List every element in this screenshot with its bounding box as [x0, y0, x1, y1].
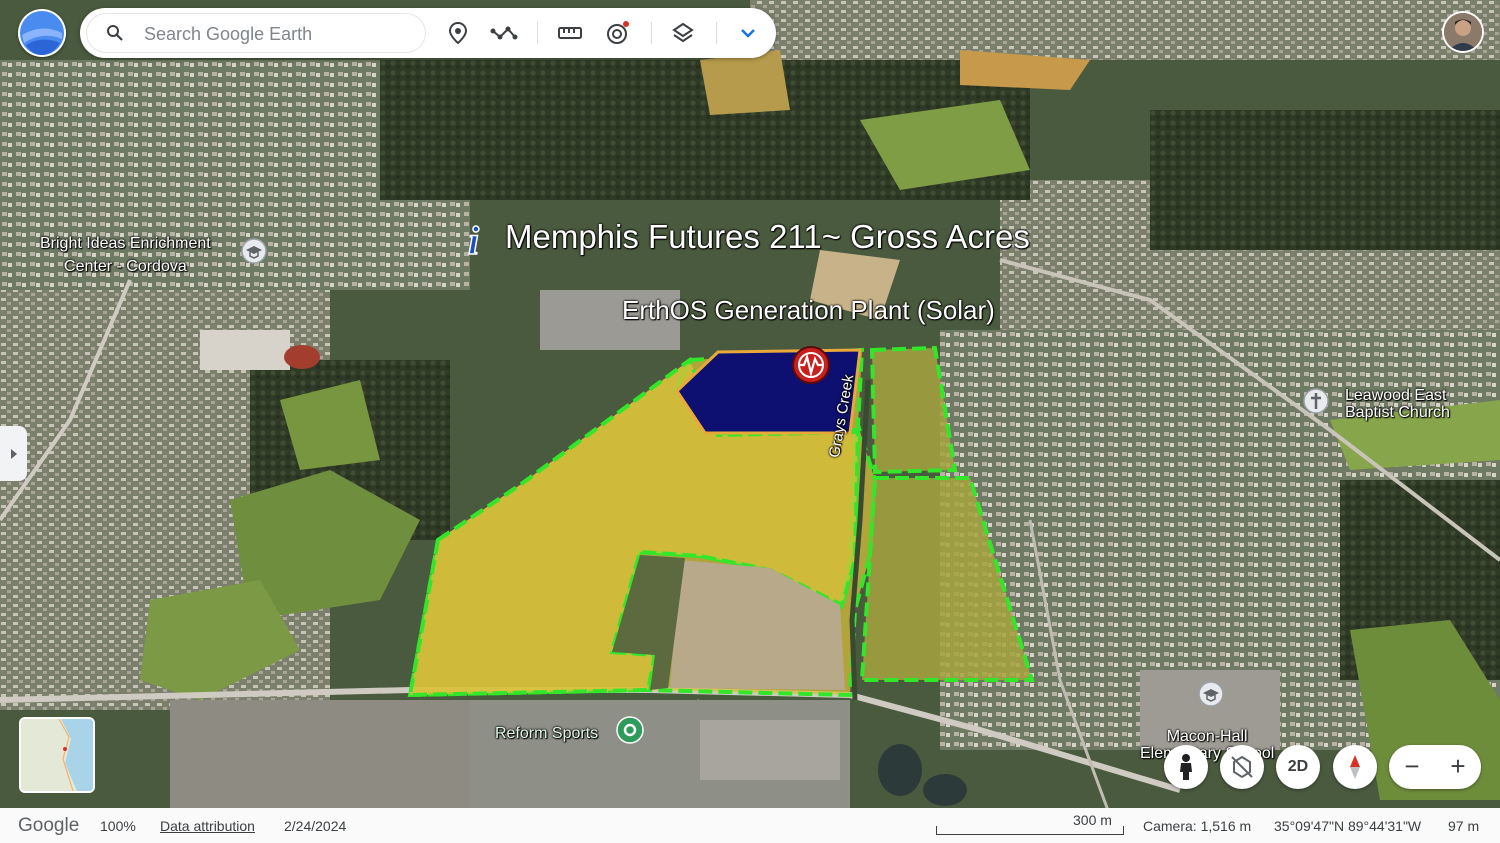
place-marker-icon[interactable]	[444, 19, 472, 47]
street-view-button[interactable]	[1164, 745, 1208, 789]
voyager-icon[interactable]	[604, 19, 632, 47]
search-input[interactable]	[142, 21, 416, 47]
toolbar-divider	[537, 22, 538, 44]
status-bar: Google 100% Data attribution 2/24/2024 3…	[0, 808, 1500, 843]
zoom-out-button[interactable]: −	[1397, 751, 1427, 781]
path-icon[interactable]	[490, 19, 518, 47]
toolbar-divider	[651, 22, 652, 44]
imagery-date: 2/24/2024	[284, 818, 347, 834]
zoom-in-button[interactable]: +	[1443, 751, 1473, 781]
place-label-leawood[interactable]: Leawood East Baptist Church	[1345, 387, 1450, 421]
info-icon[interactable]: i	[462, 217, 496, 265]
place-label-line: Baptist Church	[1345, 404, 1450, 421]
compass-button[interactable]	[1333, 745, 1377, 789]
pegman-icon	[1180, 754, 1192, 780]
plant-label[interactable]: ErthOS Generation Plant (Solar)	[622, 295, 995, 326]
scale-label: 300 m	[1073, 812, 1112, 828]
camera-altitude: Camera: 1,516 m	[1143, 818, 1252, 834]
ruler-icon[interactable]	[556, 19, 584, 47]
svg-text:i: i	[468, 218, 479, 260]
coordinates: 35°09'47"N 89°44'31"W	[1274, 818, 1422, 834]
place-label-bright-ideas[interactable]: Bright Ideas Enrichment Center - Cordova	[40, 232, 211, 278]
google-logo: Google	[18, 815, 80, 836]
compass-icon	[1350, 755, 1360, 779]
church-icon[interactable]	[1302, 388, 1330, 425]
data-attribution-link[interactable]: Data attribution	[160, 818, 255, 834]
power-plant-icon[interactable]	[791, 345, 831, 385]
search-box[interactable]	[86, 13, 426, 53]
zoom-controls: − +	[1389, 745, 1481, 789]
avatar[interactable]	[1444, 13, 1482, 51]
view-mode-button[interactable]: 2D	[1276, 745, 1320, 789]
toolbar-divider	[716, 22, 717, 44]
toolbar	[80, 8, 776, 58]
place-label-line: Center - Cordova	[64, 258, 187, 275]
search-icon[interactable]	[106, 24, 124, 47]
school-icon[interactable]	[1197, 681, 1225, 716]
zoom-level: 100%	[100, 818, 136, 834]
side-panel-toggle[interactable]	[0, 426, 27, 481]
tilt-button[interactable]	[1220, 745, 1264, 789]
minimap[interactable]	[19, 717, 95, 793]
tilt-off-icon	[1231, 755, 1253, 779]
google-earth-logo[interactable]	[18, 9, 66, 57]
chevron-right-icon	[10, 448, 17, 459]
place-label-line: Bright Ideas Enrichment	[40, 235, 211, 252]
satellite-map[interactable]	[0, 0, 1500, 843]
sports-icon[interactable]	[615, 716, 645, 753]
layers-icon[interactable]	[669, 19, 697, 47]
chevron-down-icon[interactable]	[734, 19, 762, 47]
school-icon[interactable]	[240, 238, 268, 273]
place-label-reform-sports[interactable]: Reform Sports	[495, 725, 598, 743]
placemark-title[interactable]: Memphis Futures 211~ Gross Acres	[505, 218, 1030, 256]
elevation: 97 m	[1448, 818, 1480, 834]
place-label-line: Macon-Hall	[1166, 728, 1248, 745]
place-label-line: Leawood East	[1345, 387, 1447, 404]
